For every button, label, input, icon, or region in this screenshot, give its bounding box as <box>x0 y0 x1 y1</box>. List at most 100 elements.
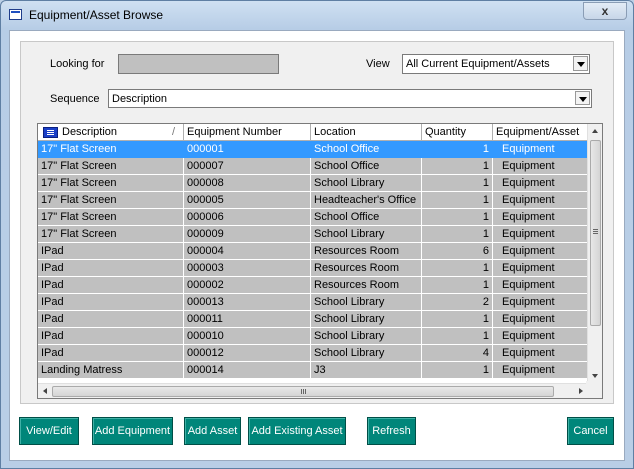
table-cell-quantity: 1 <box>422 260 493 277</box>
looking-for-label: Looking for <box>50 58 105 70</box>
horizontal-scroll-thumb[interactable] <box>52 386 554 397</box>
table-cell-number: 000009 <box>184 226 311 243</box>
table-cell-type: Equipment <box>493 209 588 226</box>
table-cell-description: 17" Flat Screen <box>38 158 184 175</box>
table-cell-number: 000012 <box>184 345 311 362</box>
table-row[interactable]: 17" Flat Screen 000006 School Office 1 Equip… <box>38 209 588 226</box>
table-cell-quantity: 1 <box>422 158 493 175</box>
scroll-left-icon[interactable] <box>43 388 47 394</box>
table-cell-quantity: 1 <box>422 362 493 379</box>
table-row[interactable]: 17" Flat Screen 000009 School Library 1 Equi… <box>38 226 588 243</box>
column-header-quantity[interactable]: Quantity <box>422 124 493 141</box>
table-row[interactable]: IPad 000011 School Library 1 Equipment <box>38 311 588 328</box>
table-row[interactable]: 17" Flat Screen 000007 School Office 1 Equip… <box>38 158 588 175</box>
table-row[interactable]: IPad 000010 School Library 1 Equipment <box>38 328 588 345</box>
table-cell-number: 000005 <box>184 192 311 209</box>
table-cell-description: 17" Flat Screen <box>38 141 184 158</box>
sequence-select[interactable]: Description <box>108 89 592 108</box>
scroll-down-icon[interactable] <box>592 374 598 378</box>
table-row[interactable]: 17" Flat Screen 000005 Headteacher's Offic… <box>38 192 588 209</box>
table-cell-description: 17" Flat Screen <box>38 192 184 209</box>
table-cell-number: 000011 <box>184 311 311 328</box>
table-cell-quantity: 1 <box>422 209 493 226</box>
vertical-scrollbar[interactable] <box>587 124 602 383</box>
refresh-button[interactable]: Refresh <box>367 417 416 445</box>
looking-for-input[interactable] <box>118 54 279 74</box>
sequence-label: Sequence <box>50 93 100 105</box>
table-cell-type: Equipment <box>493 345 588 362</box>
table-cell-type: Equipment <box>493 260 588 277</box>
table-cell-number: 000004 <box>184 243 311 260</box>
view-select[interactable]: All Current Equipment/Assets <box>402 54 590 74</box>
table-row[interactable]: IPad 000003 Resources Room 1 Equipment <box>38 260 588 277</box>
table-cell-number: 000014 <box>184 362 311 379</box>
table-cell-location: J3 <box>311 362 422 379</box>
scroll-right-icon[interactable] <box>579 388 583 394</box>
client-area: Looking for View All Current Equipment/A… <box>9 30 625 461</box>
table-row[interactable]: IPad 000012 School Library 4 Equipment <box>38 345 588 362</box>
table-cell-type: Equipment <box>493 311 588 328</box>
table-row[interactable]: 17" Flat Screen 000001 School Office 1 Equip… <box>38 141 588 158</box>
vertical-scroll-thumb[interactable] <box>590 140 601 326</box>
table-row[interactable]: Landing Matress 000014 J3 1 Equipment <box>38 362 588 379</box>
column-header-equipment-asset[interactable]: Equipment/Asset <box>493 124 588 141</box>
view-edit-button[interactable]: View/Edit <box>19 417 79 445</box>
horizontal-scrollbar[interactable] <box>38 383 588 398</box>
table-cell-number: 000007 <box>184 158 311 175</box>
table-cell-location: School Library <box>311 311 422 328</box>
table-cell-description: 17" Flat Screen <box>38 226 184 243</box>
table-cell-description: IPad <box>38 345 184 362</box>
table-cell-location: Resources Room <box>311 243 422 260</box>
sort-icon: / <box>171 126 175 138</box>
column-header-location[interactable]: Location <box>311 124 422 141</box>
cancel-button[interactable]: Cancel <box>567 417 614 445</box>
table-cell-quantity: 4 <box>422 345 493 362</box>
table-cell-type: Equipment <box>493 277 588 294</box>
table-cell-quantity: 1 <box>422 328 493 345</box>
table-cell-type: Equipment <box>493 226 588 243</box>
table-cell-location: Headteacher's Office <box>311 192 422 209</box>
table-cell-number: 000013 <box>184 294 311 311</box>
table-cell-quantity: 1 <box>422 226 493 243</box>
table-cell-type: Equipment <box>493 362 588 379</box>
table-cell-number: 000002 <box>184 277 311 294</box>
table-cell-quantity: 1 <box>422 175 493 192</box>
table-row[interactable]: IPad 000002 Resources Room 1 Equipment <box>38 277 588 294</box>
table-row[interactable]: IPad 000004 Resources Room 6 Equipment <box>38 243 588 260</box>
browse-panel: Looking for View All Current Equipment/A… <box>20 41 614 404</box>
table-cell-location: School Library <box>311 328 422 345</box>
table-cell-description: IPad <box>38 260 184 277</box>
add-asset-button[interactable]: Add Asset <box>184 417 241 445</box>
table-cell-type: Equipment <box>493 192 588 209</box>
table-cell-number: 000010 <box>184 328 311 345</box>
table-header: Description / Equipment Number Location … <box>38 124 588 141</box>
table-cell-type: Equipment <box>493 141 588 158</box>
column-header-description[interactable]: Description / <box>38 124 184 141</box>
table-cell-quantity: 1 <box>422 311 493 328</box>
window-icon <box>9 9 22 20</box>
table-cell-quantity: 2 <box>422 294 493 311</box>
chevron-down-icon[interactable] <box>573 56 588 71</box>
table-cell-number: 000006 <box>184 209 311 226</box>
table-cell-number: 000008 <box>184 175 311 192</box>
table-cell-quantity: 1 <box>422 141 493 158</box>
table-cell-type: Equipment <box>493 158 588 175</box>
table-cell-description: 17" Flat Screen <box>38 175 184 192</box>
title-bar[interactable]: Equipment/Asset Browse x <box>1 1 633 29</box>
table-row[interactable]: 17" Flat Screen 000008 School Library 1 Equi… <box>38 175 588 192</box>
table-cell-location: School Office <box>311 158 422 175</box>
table-cell-type: Equipment <box>493 328 588 345</box>
table-cell-number: 000001 <box>184 141 311 158</box>
table-cell-description: IPad <box>38 311 184 328</box>
add-existing-asset-button[interactable]: Add Existing Asset <box>248 417 346 445</box>
close-button[interactable]: x <box>583 2 627 20</box>
scroll-up-icon[interactable] <box>592 129 598 133</box>
add-equipment-button[interactable]: Add Equipment <box>92 417 173 445</box>
table-cell-type: Equipment <box>493 294 588 311</box>
table-cell-number: 000003 <box>184 260 311 277</box>
window-title: Equipment/Asset Browse <box>29 8 164 22</box>
table-cell-location: Resources Room <box>311 260 422 277</box>
table-row[interactable]: IPad 000013 School Library 2 Equipment <box>38 294 588 311</box>
column-header-equipment-number[interactable]: Equipment Number <box>184 124 311 141</box>
chevron-down-icon[interactable] <box>575 91 590 105</box>
